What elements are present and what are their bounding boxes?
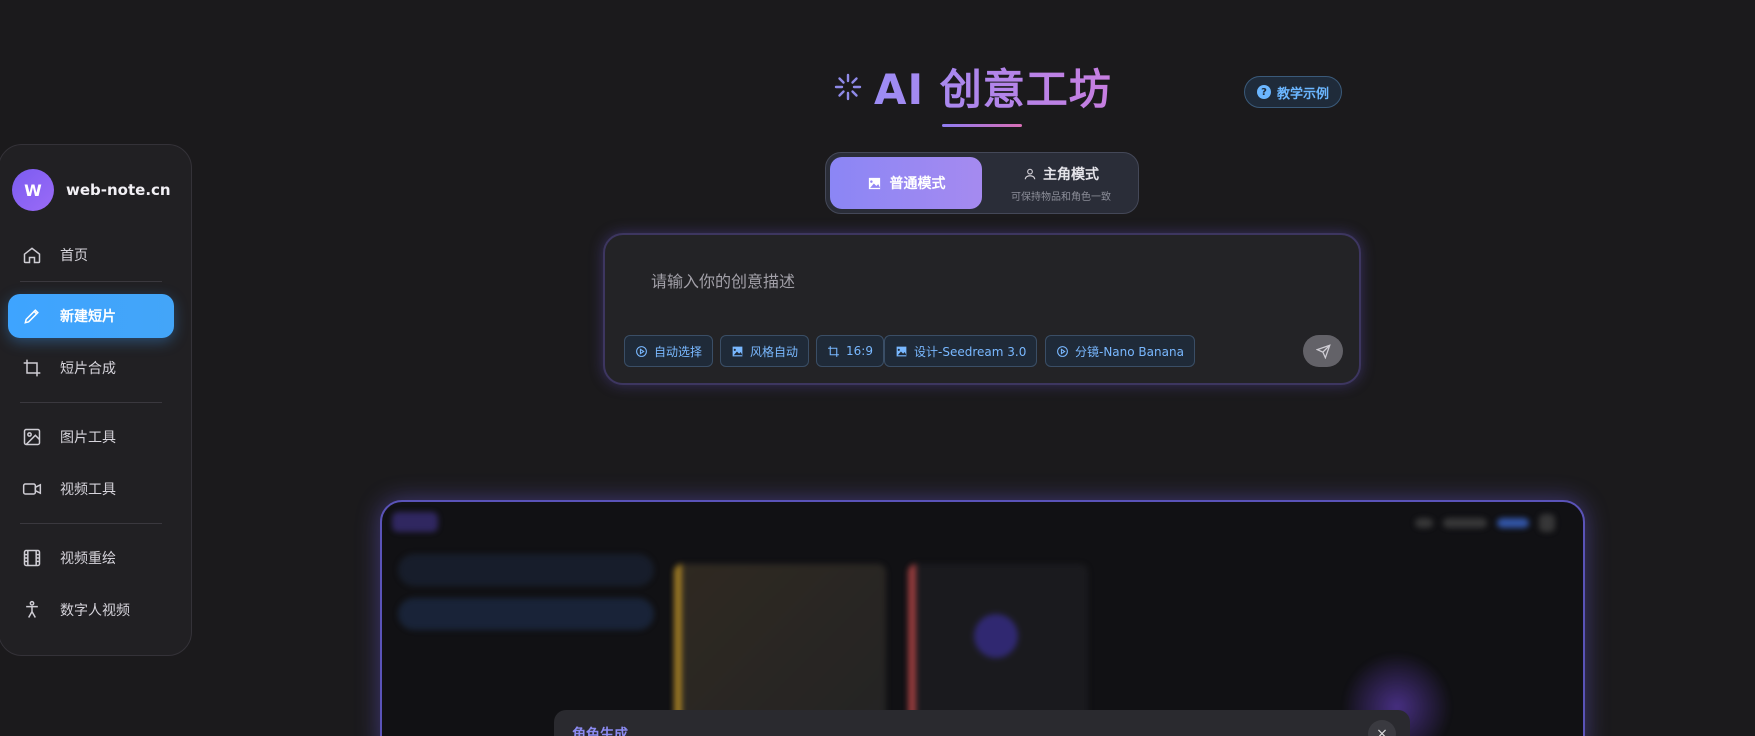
sidebar-item-label: 短片合成 <box>60 361 116 377</box>
mode-normal-button[interactable]: 普通模式 <box>830 157 982 209</box>
sidebar-item-label: 视频工具 <box>60 482 116 498</box>
divider <box>20 281 162 282</box>
video-icon <box>21 478 43 500</box>
user-icon <box>1024 168 1036 179</box>
avatar: W <box>12 169 54 211</box>
chip-design-model[interactable]: 设计-Seedream 3.0 <box>884 335 1038 367</box>
home-icon <box>21 244 43 266</box>
brand-name: web-note.cn <box>66 181 171 199</box>
play-circle-icon <box>636 345 647 357</box>
preview-panel <box>380 500 1585 736</box>
preview-toolbar <box>1415 514 1555 532</box>
sidebar-item-home[interactable]: 首页 <box>8 233 174 277</box>
prompt-box: 自动选择 风格自动 16:9 设计-Seedream 3.0 分镜-Nano B… <box>603 233 1361 385</box>
sidebar-item-digital-human[interactable]: 数字人视频 <box>8 588 174 632</box>
chip-label: 设计-Seedream 3.0 <box>914 344 1027 359</box>
pen-icon <box>21 305 43 327</box>
mode-hero-button[interactable]: 主角模式 可保持物品和角色一致 <box>986 157 1136 209</box>
preview-tag <box>392 512 438 532</box>
crop-icon <box>21 357 43 379</box>
sidebar-item-video-tools[interactable]: 视频工具 <box>8 467 174 511</box>
sidebar-item-video-redraw[interactable]: 视频重绘 <box>8 536 174 580</box>
send-button[interactable] <box>1303 335 1343 367</box>
image-icon <box>21 426 43 448</box>
film-icon <box>21 547 43 569</box>
tutorial-button[interactable]: ? 教学示例 <box>1244 76 1343 108</box>
chip-storyboard-model[interactable]: 分镜-Nano Banana <box>1045 335 1195 367</box>
send-icon <box>1315 343 1331 359</box>
help-icon: ? <box>1257 85 1271 99</box>
divider <box>20 402 162 403</box>
chip-aspect-ratio[interactable]: 16:9 <box>816 335 884 367</box>
sidebar-item-label: 新建短片 <box>60 309 116 325</box>
sidebar-item-label: 数字人视频 <box>60 603 130 619</box>
prompt-input[interactable] <box>651 261 1271 301</box>
brand[interactable]: W web-note.cn <box>12 169 171 211</box>
chip-style-auto[interactable]: 风格自动 <box>720 335 810 367</box>
loading-spark-icon <box>834 73 862 100</box>
preview-list <box>398 554 654 714</box>
image-icon <box>896 346 907 356</box>
sidebar: W web-note.cn 首页 新建短片 短片合成 图片工具 视频工具 视频重… <box>0 144 192 656</box>
person-icon <box>21 599 43 621</box>
title-underline <box>942 124 1022 127</box>
sidebar-item-new-short[interactable]: 新建短片 <box>8 294 174 338</box>
sidebar-item-compose[interactable]: 短片合成 <box>8 346 174 390</box>
image-icon <box>868 177 880 189</box>
sidebar-item-label: 首页 <box>60 248 88 264</box>
chip-label: 自动选择 <box>654 344 703 359</box>
close-icon[interactable]: × <box>1368 720 1396 736</box>
page-title-text: AI 创意工坊 <box>874 56 1112 117</box>
preview-add-icon <box>974 614 1018 658</box>
crop-icon <box>828 345 839 357</box>
mode-hero-subtitle: 可保持物品和角色一致 <box>1011 191 1111 203</box>
chip-label: 16:9 <box>846 344 873 358</box>
divider <box>20 523 162 524</box>
sidebar-item-label: 图片工具 <box>60 430 116 446</box>
mode-normal-label: 普通模式 <box>889 176 946 192</box>
chip-auto-select[interactable]: 自动选择 <box>624 335 714 367</box>
tutorial-label: 教学示例 <box>1277 86 1330 102</box>
dialog-title: 角色生成 <box>572 727 628 736</box>
sidebar-item-image-tools[interactable]: 图片工具 <box>8 415 174 459</box>
sidebar-item-label: 视频重绘 <box>60 551 116 567</box>
image-icon <box>732 346 743 356</box>
page-title: AI 创意工坊 <box>834 56 1112 117</box>
play-circle-icon <box>1057 345 1068 357</box>
chip-label: 分镜-Nano Banana <box>1075 344 1184 359</box>
mode-hero-label: 主角模式 <box>1043 166 1099 183</box>
mode-switch: 普通模式 主角模式 可保持物品和角色一致 <box>825 152 1139 214</box>
character-dialog: 角色生成 × <box>554 710 1410 736</box>
chip-label: 风格自动 <box>750 344 799 359</box>
